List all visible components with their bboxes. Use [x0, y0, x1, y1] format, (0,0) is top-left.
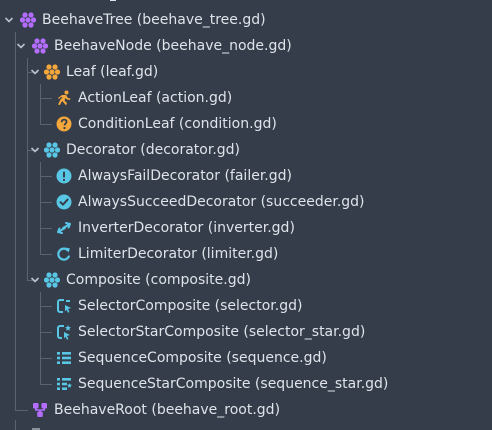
swap-arrows-icon [56, 220, 72, 236]
tree-item-composite[interactable]: Composite (composite.gd) [0, 267, 492, 293]
tree-item-condition-leaf[interactable]: ConditionLeaf (condition.gd) [0, 111, 492, 137]
tree-item-label: SequenceStarComposite (sequence_star.gd) [78, 376, 389, 392]
hive-icon [20, 12, 36, 28]
selector-star-icon [56, 324, 72, 340]
tree-item-label: BeehaveTree (beehave_tree.gd) [42, 12, 266, 28]
exclamation-icon [56, 168, 72, 184]
tree-item-label: ActionLeaf (action.gd) [78, 90, 233, 106]
tree-item-always-fail-decorator[interactable]: AlwaysFailDecorator (failer.gd) [0, 163, 492, 189]
tree-item-label: Leaf (leaf.gd) [66, 64, 159, 80]
tree-item-selector-composite[interactable]: SelectorComposite (selector.gd) [0, 293, 492, 319]
tree-item-label: AlwaysFailDecorator (failer.gd) [78, 168, 292, 184]
tree-item-beehave-tree[interactable]: BeehaveTree (beehave_tree.gd) [0, 7, 492, 33]
root-icon [32, 402, 48, 418]
tree-item-decorator[interactable]: Decorator (decorator.gd) [0, 137, 492, 163]
tree-item-label: InverterDecorator (inverter.gd) [78, 220, 295, 236]
chevron-down-icon[interactable] [4, 15, 14, 25]
class-tree: BeehaveTree (beehave_tree.gd) BeehaveNod… [0, 0, 492, 430]
tree-item-label: SelectorStarComposite (selector_star.gd) [78, 324, 366, 340]
running-person-icon [56, 90, 72, 106]
tree-item-label: ConditionLeaf (condition.gd) [78, 116, 277, 132]
chevron-down-icon[interactable] [16, 41, 26, 51]
tree-item-action-leaf[interactable]: ActionLeaf (action.gd) [0, 85, 492, 111]
tree-item-sequence-star-composite[interactable]: SequenceStarComposite (sequence_star.gd) [0, 371, 492, 397]
tree-item-label: LimiterDecorator (limiter.gd) [78, 246, 279, 262]
tree-item-label: BeehaveRoot (beehave_root.gd) [54, 402, 281, 418]
hive-icon [44, 272, 60, 288]
tree-item-label: Composite (composite.gd) [66, 272, 251, 288]
tree-item-label: SequenceComposite (sequence.gd) [78, 350, 327, 366]
tree-item-selector-star-composite[interactable]: SelectorStarComposite (selector_star.gd) [0, 319, 492, 345]
tree-item-beehave-node[interactable]: BeehaveNode (beehave_node.gd) [0, 33, 492, 59]
hive-icon [44, 142, 60, 158]
sequence-icon [56, 350, 72, 366]
question-icon [56, 116, 72, 132]
check-icon [56, 194, 72, 210]
tree-item-label: AlwaysSucceedDecorator (succeeder.gd) [78, 194, 365, 210]
chevron-down-icon[interactable] [30, 67, 40, 77]
chevron-down-icon[interactable] [30, 145, 40, 155]
tree-item-sequence-composite[interactable]: SequenceComposite (sequence.gd) [0, 345, 492, 371]
refresh-icon [56, 246, 72, 262]
selector-icon [56, 298, 72, 314]
chevron-down-icon[interactable] [30, 275, 40, 285]
hive-icon [32, 38, 48, 54]
tree-item-label: BeehaveNode (beehave_node.gd) [54, 38, 292, 54]
tree-item-label: Decorator (decorator.gd) [66, 142, 241, 158]
tree-item-limiter-decorator[interactable]: LimiterDecorator (limiter.gd) [0, 241, 492, 267]
tree-item-leaf[interactable]: Leaf (leaf.gd) [0, 59, 492, 85]
tree-item-label: SelectorComposite (selector.gd) [78, 298, 303, 314]
tree-item-inverter-decorator[interactable]: InverterDecorator (inverter.gd) [0, 215, 492, 241]
tree-item-always-succeed-decorator[interactable]: AlwaysSucceedDecorator (succeeder.gd) [0, 189, 492, 215]
sequence-star-icon [56, 376, 72, 392]
hive-icon [44, 64, 60, 80]
tree-item-beehave-root[interactable]: BeehaveRoot (beehave_root.gd) [0, 397, 492, 423]
